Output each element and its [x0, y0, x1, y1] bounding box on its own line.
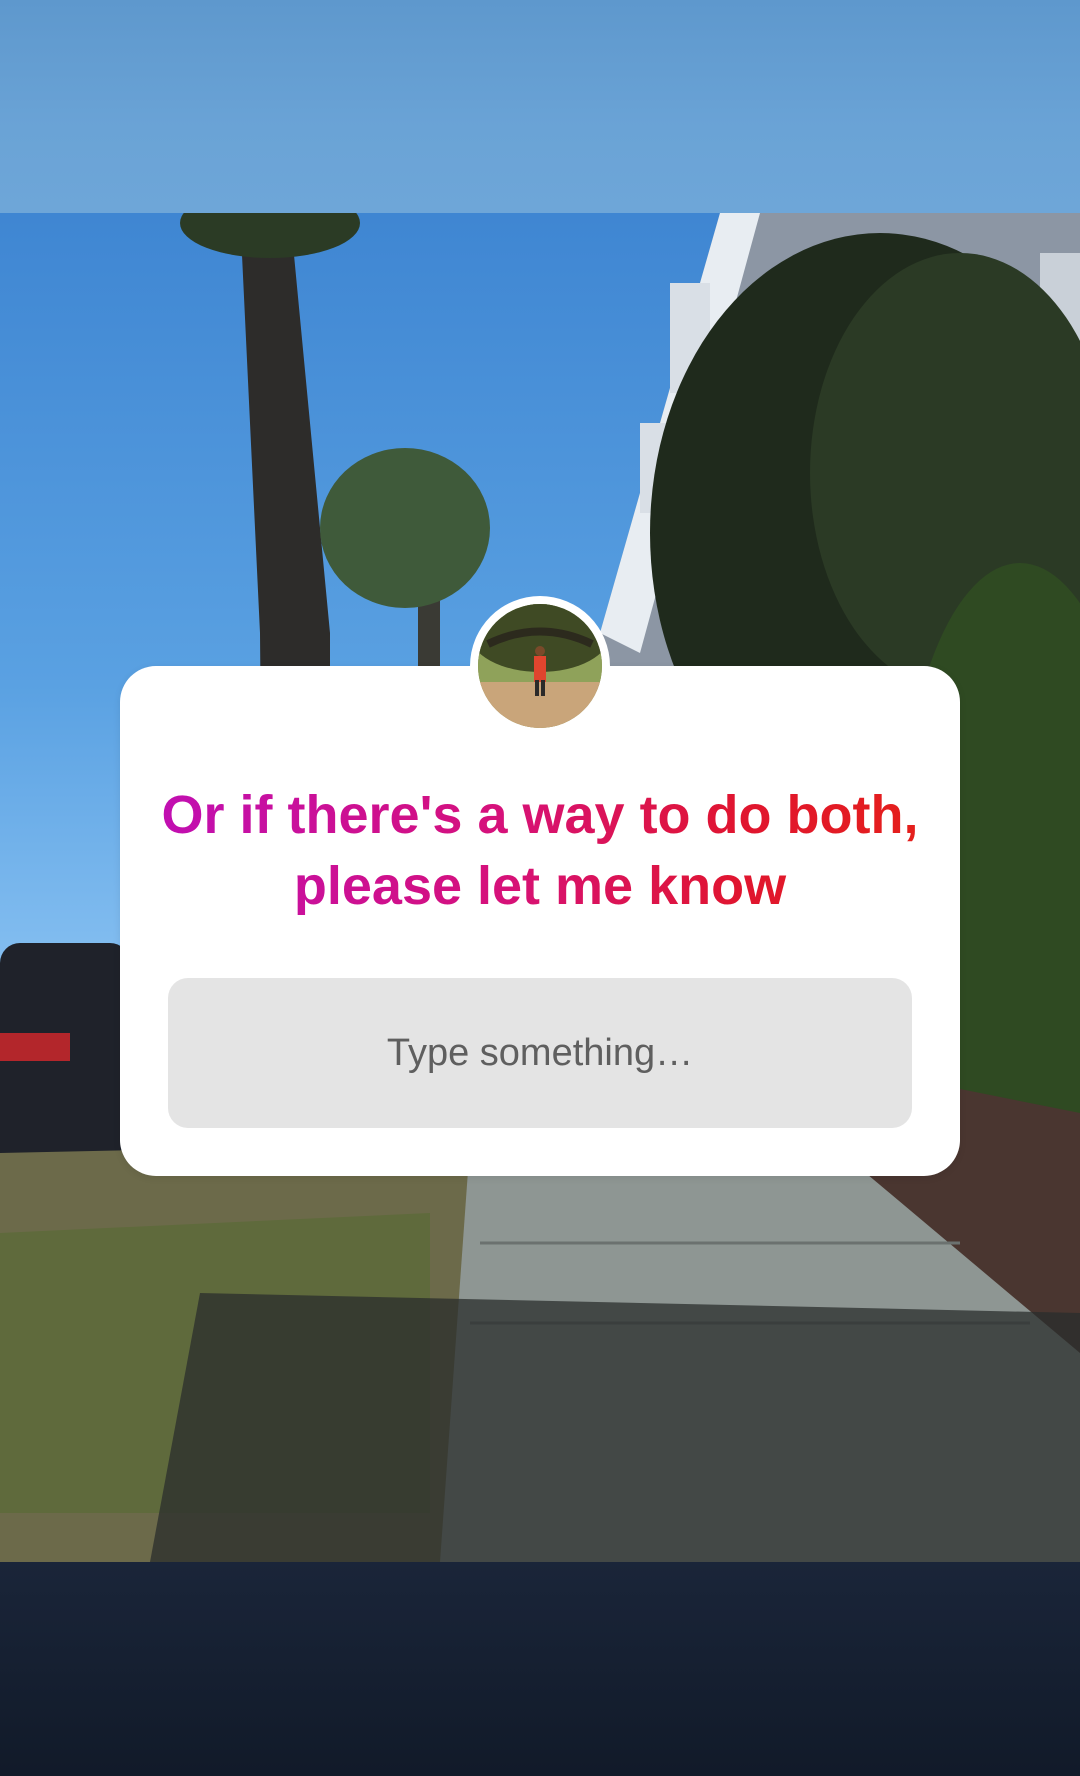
avatar-ring [470, 596, 610, 736]
avatar [478, 604, 602, 728]
bottom-dark-background [0, 1562, 1080, 1776]
answer-input[interactable] [168, 978, 912, 1128]
top-blurred-background [0, 0, 1080, 213]
question-text: Or if there's a way to do both, please l… [150, 780, 930, 922]
profile-photo-avatar-icon [478, 604, 602, 728]
